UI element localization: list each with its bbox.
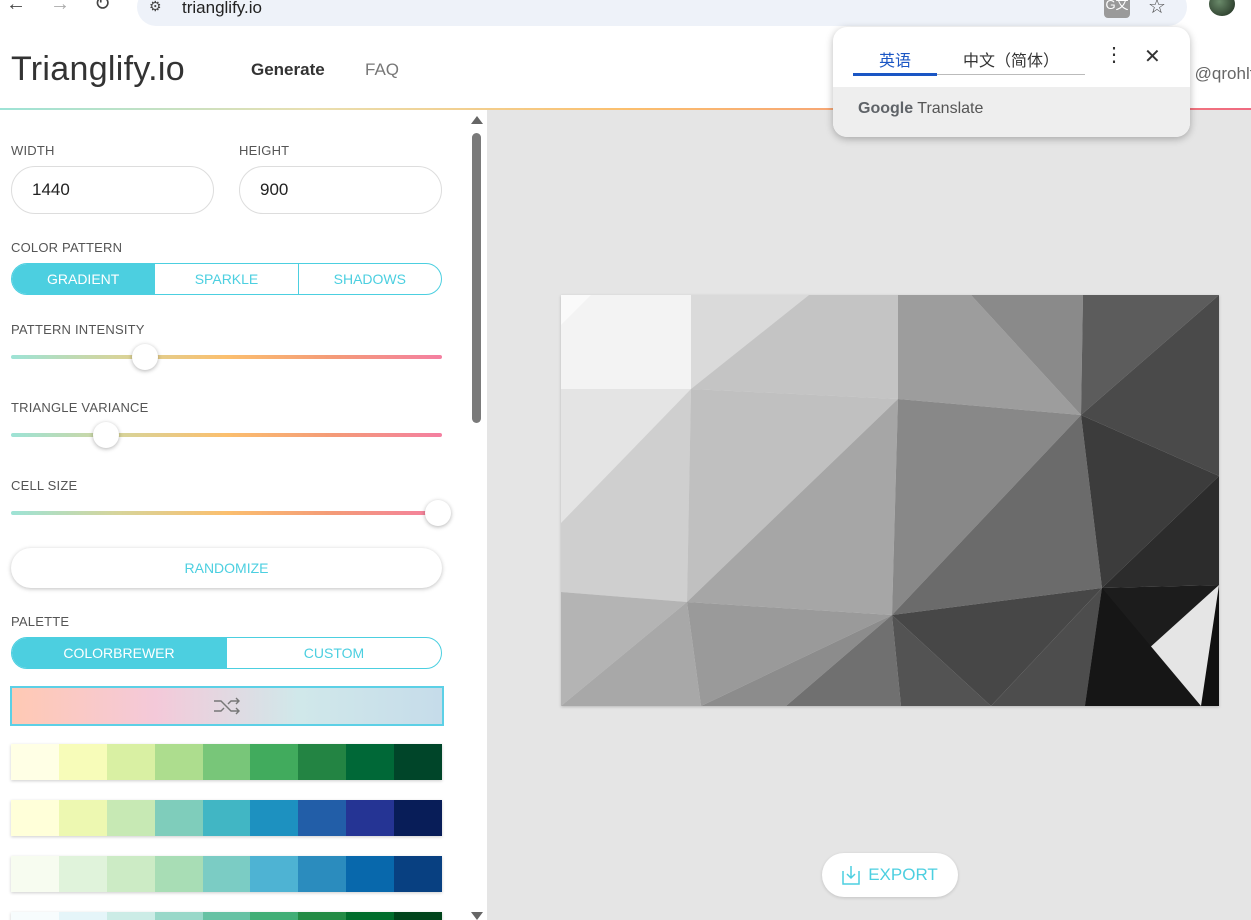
active-tab-indicator (853, 73, 937, 76)
color-pattern-shadows[interactable]: SHADOWS (297, 264, 441, 294)
randomize-button[interactable]: RANDOMIZE (11, 548, 442, 588)
download-icon (842, 866, 860, 885)
palette-swatch (11, 800, 59, 836)
palette-swatch (58, 856, 107, 892)
bookmark-star-icon[interactable]: ☆ (1148, 0, 1166, 19)
pattern-intensity-slider[interactable] (11, 344, 442, 370)
palette-option-1[interactable] (11, 800, 443, 836)
palette-custom[interactable]: CUSTOM (226, 638, 441, 668)
color-pattern-toggle: GRADIENT SPARKLE SHADOWS (11, 263, 442, 295)
palette-label: PALETTE (11, 614, 70, 629)
translate-text: Translate (917, 100, 984, 117)
translate-page-icon[interactable]: G文 (1104, 0, 1130, 18)
triangle-variance-slider[interactable] (11, 422, 442, 448)
color-pattern-gradient[interactable]: GRADIENT (12, 264, 155, 294)
palette-swatch (250, 856, 299, 892)
palette-option-2[interactable] (11, 856, 443, 892)
palette-swatch (346, 912, 395, 920)
scroll-up-arrow-icon[interactable] (471, 116, 483, 124)
width-input[interactable] (11, 166, 214, 214)
translate-target-tab[interactable]: 中文（简体） (963, 47, 1059, 71)
pattern-intensity-thumb[interactable] (131, 344, 158, 370)
palette-swatch (106, 856, 155, 892)
palette-swatch (154, 856, 203, 892)
translate-source-tab[interactable]: 英语 (879, 47, 911, 71)
color-pattern-label: COLOR PATTERN (11, 240, 123, 255)
cell-size-slider[interactable] (11, 500, 451, 526)
palette-option-0[interactable] (11, 744, 443, 780)
palette-swatch (58, 800, 107, 836)
palette-swatch (11, 856, 59, 892)
address-bar[interactable]: ⚙ trianglify.io (137, 0, 1187, 26)
triangle-variance-thumb[interactable] (92, 422, 119, 448)
palette-swatch (250, 912, 299, 920)
trianglify-preview-image (561, 295, 1219, 706)
palette-swatch (394, 744, 443, 780)
back-icon[interactable]: ← (6, 0, 26, 14)
palette-swatch (250, 800, 299, 836)
export-button[interactable]: EXPORT (822, 853, 958, 897)
palette-swatch (154, 744, 203, 780)
palette-colorbrewer[interactable]: COLORBREWER (12, 638, 226, 668)
palette-swatch (346, 744, 395, 780)
selected-palette[interactable] (10, 686, 444, 726)
translate-footer: Google Translate (833, 87, 1190, 137)
palette-swatch (298, 744, 347, 780)
nav-generate[interactable]: Generate (251, 60, 325, 80)
height-input[interactable] (239, 166, 442, 214)
forward-icon[interactable]: → (50, 0, 70, 14)
shuffle-icon (214, 697, 240, 715)
palette-swatch (346, 856, 395, 892)
reload-icon[interactable]: ↻ (94, 0, 111, 14)
palette-toggle: COLORBREWER CUSTOM (11, 637, 442, 669)
site-logo[interactable]: Trianglify.io (11, 50, 185, 89)
palette-swatch (106, 800, 155, 836)
preview-area: EXPORT (487, 110, 1251, 920)
profile-avatar[interactable] (1209, 0, 1235, 16)
tab-divider (937, 74, 1085, 75)
palette-swatch (346, 800, 395, 836)
palette-swatch (154, 800, 203, 836)
palette-swatch (394, 800, 443, 836)
scroll-down-arrow-icon[interactable] (471, 912, 483, 920)
export-label: EXPORT (868, 865, 938, 884)
palette-swatch (298, 912, 347, 920)
palette-swatch (11, 744, 59, 780)
google-translate-brand: Google Translate (858, 100, 983, 118)
palette-swatch (11, 912, 59, 920)
palette-swatch (394, 856, 443, 892)
palette-swatch (202, 912, 251, 920)
close-icon[interactable]: ✕ (1144, 44, 1161, 69)
cell-size-thumb[interactable] (424, 500, 451, 526)
palette-swatch (106, 744, 155, 780)
palette-option-3[interactable] (11, 912, 443, 920)
palette-swatch (202, 744, 251, 780)
width-label: WIDTH (11, 143, 55, 158)
palette-swatch (58, 912, 107, 920)
palette-swatch (250, 744, 299, 780)
cell-size-label: CELL SIZE (11, 478, 78, 493)
height-label: HEIGHT (239, 143, 290, 158)
palette-swatch (394, 912, 443, 920)
pattern-intensity-label: PATTERN INTENSITY (11, 322, 145, 337)
translate-popup: 英语 中文（简体） ⋮ ✕ Google Translate (833, 27, 1190, 137)
scrollbar-thumb[interactable] (472, 133, 481, 423)
palette-swatch (106, 912, 155, 920)
palette-swatch (298, 800, 347, 836)
site-info-icon[interactable]: ⚙ (149, 0, 162, 15)
triangle-variance-label: TRIANGLE VARIANCE (11, 400, 149, 415)
url-text: trianglify.io (182, 0, 262, 17)
more-options-icon[interactable]: ⋮ (1104, 45, 1124, 65)
palette-swatch (202, 856, 251, 892)
palette-swatch (202, 800, 251, 836)
palette-swatch (154, 912, 203, 920)
palette-swatch (58, 744, 107, 780)
settings-sidebar: WIDTH HEIGHT COLOR PATTERN GRADIENT SPAR… (0, 110, 486, 920)
google-logo-text: Google (858, 100, 914, 117)
nav-faq[interactable]: FAQ (365, 60, 399, 80)
color-pattern-sparkle[interactable]: SPARKLE (154, 264, 297, 294)
palette-swatch (298, 856, 347, 892)
